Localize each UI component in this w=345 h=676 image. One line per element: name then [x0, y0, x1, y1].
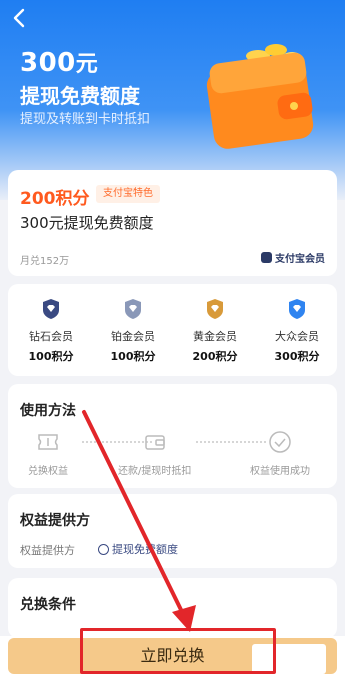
usage-step-redeem: 兑换权益	[28, 430, 68, 477]
provider-title: 权益提供方	[20, 513, 90, 529]
tier-points: 300积分	[274, 350, 320, 363]
tier-points: 100积分	[110, 350, 156, 363]
redeem-highlight-box	[80, 628, 276, 674]
tier-diamond: 钻石会员 100积分	[16, 298, 86, 364]
tier-name: 钻石会员	[29, 330, 73, 343]
offer-card: 200积分 支付宝特色 300元提现免费额度 月兑152万 支付宝会员	[8, 170, 337, 276]
public-badge-icon	[289, 299, 305, 319]
diamond-badge-icon	[43, 299, 59, 319]
hero-amount: 300元	[20, 46, 98, 78]
monthly-redeemed: 月兑152万	[20, 256, 70, 267]
hero-amount-value: 300	[20, 48, 76, 78]
usage-step-deduct: 还款/提现时抵扣	[118, 430, 191, 477]
usage-title: 使用方法	[20, 403, 76, 419]
provider-label: 权益提供方	[20, 544, 75, 557]
offer-description: 300元提现免费额度	[20, 214, 154, 232]
alipay-member-icon	[261, 252, 272, 263]
tier-gold: 黄金会员 200积分	[180, 298, 250, 364]
provider-card: 权益提供方 权益提供方 提现免费额度	[8, 494, 337, 568]
wallet-illustration-icon	[206, 44, 314, 149]
provider-link[interactable]: 提现免费额度	[98, 541, 178, 557]
tier-points: 200积分	[192, 350, 238, 363]
member-tiers-card: 钻石会员 100积分 铂金会员 100积分 黄金会员 200积分 大众会员 30…	[8, 284, 337, 376]
tier-points: 100积分	[28, 350, 74, 363]
tier-name: 黄金会员	[193, 330, 237, 343]
gold-badge-icon	[207, 299, 223, 319]
conditions-title: 兑换条件	[20, 597, 76, 613]
usage-step-success: 权益使用成功	[250, 430, 310, 477]
hero-title: 提现免费额度	[20, 84, 140, 108]
usage-card: 使用方法 兑换权益 还款/提现时抵扣 权益使用成功	[8, 384, 337, 488]
tier-name: 大众会员	[275, 330, 319, 343]
platinum-badge-icon	[125, 299, 141, 319]
check-circle-icon	[269, 431, 291, 453]
step-label: 兑换权益	[28, 466, 68, 477]
back-icon[interactable]	[12, 8, 34, 32]
offer-tag: 支付宝特色	[96, 185, 160, 203]
step-label: 权益使用成功	[250, 466, 310, 477]
tier-name: 铂金会员	[111, 330, 155, 343]
hero-subtitle: 提现及转账到卡时抵扣	[20, 112, 151, 127]
provider-icon	[98, 543, 109, 555]
hero-amount-unit: 元	[75, 52, 99, 77]
brand-badge: 支付宝会员	[261, 250, 325, 265]
brand-label: 支付宝会员	[275, 254, 325, 265]
tier-platinum: 铂金会员 100积分	[98, 298, 168, 364]
step-label: 还款/提现时抵扣	[118, 466, 192, 477]
tier-public: 大众会员 300积分	[262, 298, 332, 364]
wallet-icon	[144, 435, 165, 450]
provider-value: 提现免费额度	[112, 543, 178, 556]
offer-price: 200积分	[20, 189, 90, 209]
ticket-icon	[38, 434, 58, 450]
